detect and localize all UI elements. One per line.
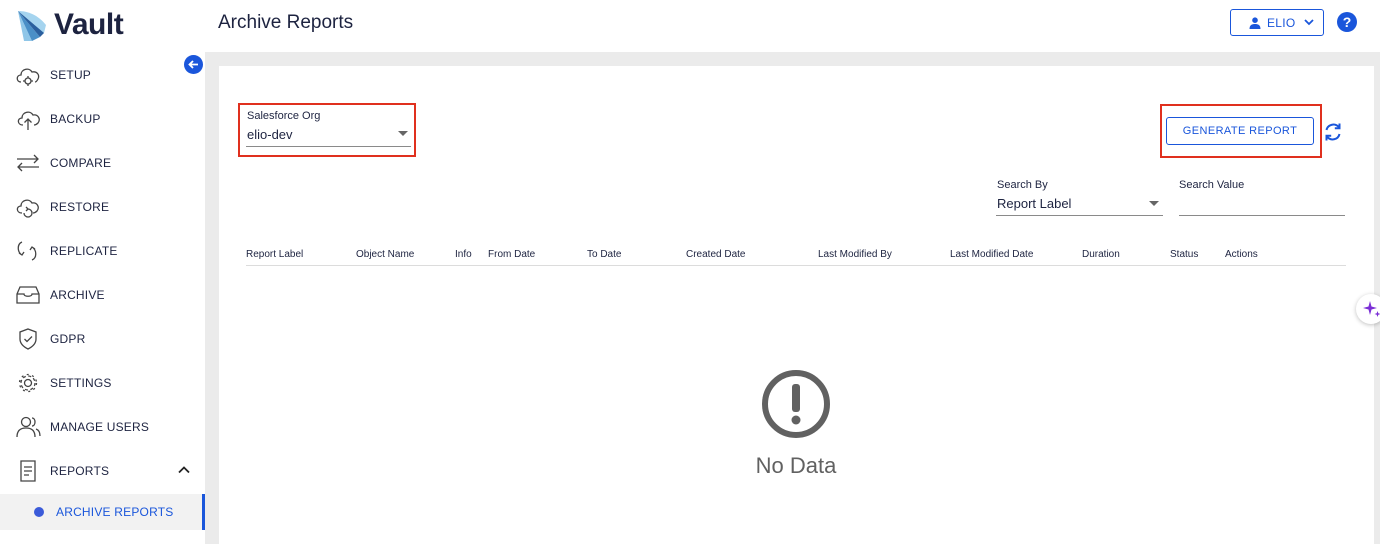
top-header: Vault Archive Reports ELIO ? <box>0 0 1380 52</box>
search-by-select[interactable]: Report Label <box>997 196 1071 211</box>
app-name: Vault <box>54 8 124 41</box>
users-icon <box>16 416 41 438</box>
sidebar-item-label: SETUP <box>50 68 92 82</box>
shield-check-icon <box>19 328 37 350</box>
column-header[interactable]: Info <box>455 249 472 260</box>
column-header[interactable]: Report Label <box>246 249 303 260</box>
empty-state-text: No Data <box>755 453 837 478</box>
gear-icon <box>18 373 38 393</box>
org-select-label: Salesforce Org <box>247 110 321 122</box>
sidebar-subitem-archive-reports[interactable]: ARCHIVE REPORTS <box>0 494 205 530</box>
sidebar-item-archive[interactable]: ARCHIVE <box>0 273 205 317</box>
user-name: ELIO <box>1267 15 1296 30</box>
org-select-underline <box>246 146 411 147</box>
exclamation-circle-icon <box>762 370 830 438</box>
column-header[interactable]: Last Modified Date <box>950 249 1033 260</box>
sidebar-item-manage-users[interactable]: MANAGE USERS <box>0 405 205 449</box>
sidebar-item-label: RESTORE <box>50 200 110 214</box>
sidebar-item-label: COMPARE <box>50 156 112 170</box>
sidebar-item-label: REPLICATE <box>50 244 118 258</box>
search-value-input[interactable] <box>1179 215 1345 216</box>
sidebar-item-compare[interactable]: COMPARE <box>0 141 205 185</box>
compare-arrows-icon <box>17 154 39 172</box>
dropdown-arrow-icon[interactable] <box>398 131 408 136</box>
person-icon <box>1249 16 1261 29</box>
chevron-up-icon[interactable] <box>177 463 191 477</box>
sidebar-subitem-label: ARCHIVE REPORTS <box>56 505 174 519</box>
help-icon[interactable]: ? <box>1337 12 1357 32</box>
ai-assistant-button[interactable] <box>1356 294 1380 324</box>
arrow-left-icon <box>188 60 198 69</box>
sidebar-item-restore[interactable]: RESTORE <box>0 185 205 229</box>
app-logo[interactable]: Vault <box>14 6 124 44</box>
sidebar-item-label: GDPR <box>50 332 86 346</box>
column-header[interactable]: Object Name <box>356 249 414 260</box>
sidebar-item-setup[interactable]: SETUP <box>0 53 205 97</box>
org-select[interactable]: elio-dev <box>247 127 293 142</box>
column-header[interactable]: Last Modified By <box>818 249 892 260</box>
search-value-label: Search Value <box>1179 179 1245 191</box>
search-by-underline <box>996 215 1163 216</box>
generate-report-button[interactable]: GENERATE REPORT <box>1166 117 1314 145</box>
vault-logo-icon <box>18 11 46 41</box>
sidebar-item-backup[interactable]: BACKUP <box>0 97 205 141</box>
column-header[interactable]: To Date <box>587 249 621 260</box>
cloud-gear-icon <box>16 68 40 86</box>
table-header: Report Label Object Name Info From Date … <box>246 249 1346 266</box>
cloud-restore-icon <box>16 199 39 218</box>
sidebar-item-reports[interactable]: REPORTS <box>0 449 205 493</box>
sidebar-item-label: SETTINGS <box>50 376 112 390</box>
active-dot-icon <box>34 507 44 517</box>
dropdown-arrow-icon[interactable] <box>1149 201 1159 206</box>
sparkle-icon <box>1363 301 1380 317</box>
cloud-upload-icon <box>17 111 40 130</box>
replicate-icon <box>17 241 37 261</box>
sidebar-item-replicate[interactable]: REPLICATE <box>0 229 205 273</box>
sidebar-item-label: ARCHIVE <box>50 288 105 302</box>
column-header[interactable]: Created Date <box>686 249 745 260</box>
refresh-icon[interactable] <box>1322 121 1344 143</box>
sidebar-item-gdpr[interactable]: GDPR <box>0 317 205 361</box>
column-header[interactable]: Duration <box>1082 249 1120 260</box>
sidebar-item-label: BACKUP <box>50 112 101 126</box>
search-by-label: Search By <box>997 179 1048 191</box>
collapse-sidebar-button[interactable] <box>184 55 203 74</box>
sidebar-item-label: REPORTS <box>50 464 110 478</box>
report-icon <box>20 460 36 482</box>
column-header[interactable]: Status <box>1170 249 1198 260</box>
archive-box-icon <box>16 286 40 304</box>
column-header[interactable]: From Date <box>488 249 535 260</box>
sidebar-item-label: MANAGE USERS <box>50 420 150 434</box>
chevron-down-icon <box>1304 19 1314 26</box>
user-menu-button[interactable]: ELIO <box>1230 9 1324 36</box>
page-title: Archive Reports <box>218 12 354 33</box>
sidebar-item-settings[interactable]: SETTINGS <box>0 361 205 405</box>
column-header[interactable]: Actions <box>1225 249 1258 260</box>
